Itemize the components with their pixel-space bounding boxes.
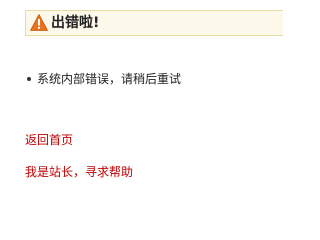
error-message-list: 系统内部错误，请稍后重试 xyxy=(26,70,181,88)
warning-icon xyxy=(30,14,48,31)
error-message-text: 系统内部错误，请稍后重试 xyxy=(37,72,182,86)
return-home-link[interactable]: 返回首页 xyxy=(25,131,73,149)
bullet-icon xyxy=(27,77,31,81)
error-header: 出错啦! xyxy=(25,10,283,36)
error-message-item: 系统内部错误，请稍后重试 xyxy=(26,70,181,88)
request-help-link[interactable]: 我是站长，寻求帮助 xyxy=(25,163,133,181)
error-title: 出错啦! xyxy=(51,15,100,31)
error-page: 出错啦! 系统内部错误，请稍后重试 返回首页 我是站长，寻求帮助 xyxy=(0,0,283,206)
